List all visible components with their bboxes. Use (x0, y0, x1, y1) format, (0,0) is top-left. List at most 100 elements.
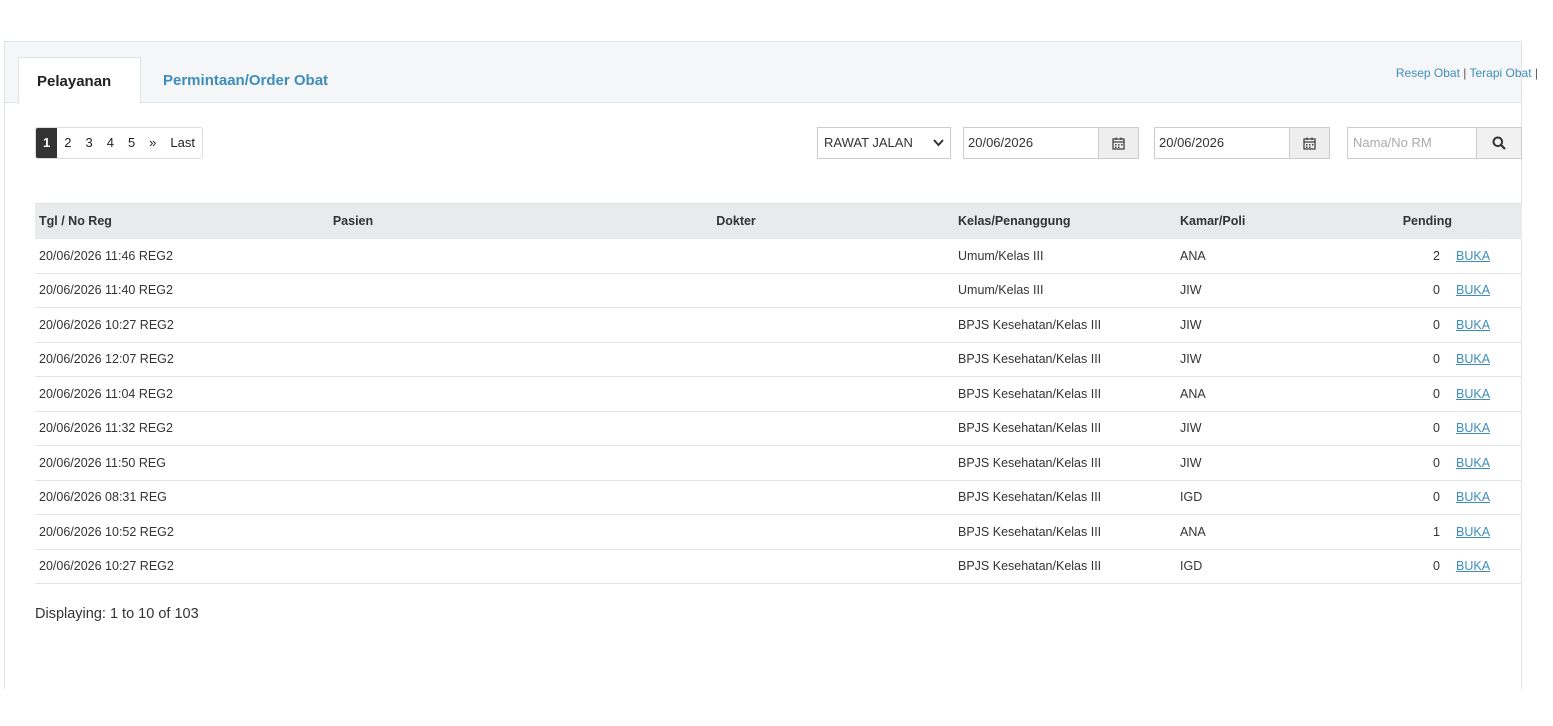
buka-link[interactable]: BUKA (1456, 525, 1490, 539)
link-separator: | (1531, 66, 1538, 80)
row-dokter (518, 238, 954, 274)
row-kamar-poli: JIW (1176, 273, 1328, 308)
row-dokter (518, 307, 954, 343)
page-next[interactable]: » (142, 128, 164, 158)
table-row: 20/06/2026 10:52 REG2 BPJS Kesehatan/Kela… (35, 514, 1522, 550)
buka-link[interactable]: BUKA (1456, 318, 1490, 332)
row-kamar-poli: IGD (1176, 480, 1328, 515)
row-pasien (188, 307, 518, 343)
buka-link[interactable]: BUKA (1456, 352, 1490, 366)
row-action: BUKA (1452, 307, 1522, 343)
row-pasien (188, 549, 518, 584)
row-kelas-penanggung: BPJS Kesehatan/Kelas III (954, 411, 1176, 446)
row-kamar-poli: IGD (1176, 549, 1328, 584)
row-pasien (188, 445, 518, 481)
search-field[interactable]: Nama/No RM (1347, 127, 1522, 159)
row-pending: 0 (1328, 273, 1452, 308)
row-tgl-no-reg: 20/06/2026 10:27 REG2 (35, 307, 188, 343)
row-kamar-poli: JIW (1176, 445, 1328, 481)
table-row: 20/06/2026 10:27 REG2 BPJS Kesehatan/Kela… (35, 307, 1522, 343)
row-pending: 2 (1328, 238, 1452, 274)
row-action: BUKA (1452, 480, 1522, 515)
pagination: 1 2 3 4 5 » Last (35, 127, 203, 159)
table-row: 20/06/2026 11:04 REG2 BPJS Kesehatan/Kela… (35, 376, 1522, 412)
row-dokter (518, 411, 954, 446)
row-pasien (188, 411, 518, 446)
row-pasien (188, 342, 518, 377)
table-row: 20/06/2026 11:46 REG2 Umum/Kelas III ANA 2 B… (35, 238, 1522, 274)
row-action: BUKA (1452, 238, 1522, 274)
row-kelas-penanggung: BPJS Kesehatan/Kelas III (954, 480, 1176, 515)
row-kelas-penanggung: BPJS Kesehatan/Kelas III (954, 445, 1176, 481)
page-1[interactable]: 1 (36, 128, 58, 158)
date-to-value: 20/06/2026 (1159, 135, 1225, 150)
col-pending: Pending (1328, 203, 1452, 239)
tab-permintaan-order-obat[interactable]: Permintaan/Order Obat (145, 57, 346, 104)
row-pasien (188, 238, 518, 274)
page-last[interactable]: Last (163, 128, 202, 158)
pelayanan-table: Tgl / No Reg Pasien Dokter Kelas/Penangg… (35, 203, 1522, 584)
tab-pelayanan[interactable]: Pelayanan (18, 57, 141, 104)
row-kamar-poli: ANA (1176, 238, 1328, 274)
table-row: 20/06/2026 11:32 REG2 BPJS Kesehatan/Kela… (35, 411, 1522, 446)
buka-link[interactable]: BUKA (1456, 559, 1490, 573)
row-pending: 1 (1328, 514, 1452, 550)
row-tgl-no-reg: 20/06/2026 10:52 REG2 (35, 514, 188, 550)
row-pasien (188, 273, 518, 308)
page-2[interactable]: 2 (57, 128, 79, 158)
row-pending: 0 (1328, 411, 1452, 446)
row-pending: 0 (1328, 307, 1452, 343)
buka-link[interactable]: BUKA (1456, 249, 1490, 263)
page-3[interactable]: 3 (78, 128, 100, 158)
displaying-summary: Displaying: 1 to 10 of 103 (35, 606, 199, 622)
row-dokter (518, 445, 954, 481)
main-panel: Pelayanan Permintaan/Order Obat Resep Ob… (4, 41, 1538, 689)
row-tgl-no-reg: 20/06/2026 11:50 REG (35, 445, 188, 481)
page-4[interactable]: 4 (99, 128, 121, 158)
row-action: BUKA (1452, 342, 1522, 377)
table-row: 20/06/2026 11:50 REG BPJS Kesehatan/Kelas… (35, 445, 1522, 481)
calendar-icon[interactable] (1098, 128, 1138, 158)
buka-link[interactable]: BUKA (1456, 456, 1490, 470)
row-kelas-penanggung: BPJS Kesehatan/Kelas III (954, 342, 1176, 377)
row-pending: 0 (1328, 549, 1452, 584)
chevron-down-icon (933, 128, 944, 169)
calendar-icon[interactable] (1289, 128, 1329, 158)
buka-link[interactable]: BUKA (1456, 283, 1490, 297)
row-tgl-no-reg: 20/06/2026 10:27 REG2 (35, 549, 188, 584)
search-icon[interactable] (1476, 128, 1521, 158)
row-dokter (518, 376, 954, 412)
jenis-layanan-select[interactable]: RAWAT JALAN (817, 127, 951, 159)
resep-obat-link[interactable]: Resep Obat (1396, 66, 1460, 80)
search-input[interactable]: Nama/No RM (1353, 128, 1432, 158)
col-pasien: Pasien (188, 203, 518, 239)
row-dokter (518, 273, 954, 308)
buka-link[interactable]: BUKA (1456, 421, 1490, 435)
row-kamar-poli: ANA (1176, 376, 1328, 412)
row-dokter (518, 342, 954, 377)
date-from-field[interactable]: 20/06/2026 (963, 127, 1139, 159)
buka-link[interactable]: BUKA (1456, 387, 1490, 401)
row-pasien (188, 376, 518, 412)
row-kelas-penanggung: BPJS Kesehatan/Kelas III (954, 376, 1176, 412)
terapi-obat-link[interactable]: Terapi Obat (1470, 66, 1532, 80)
page-5[interactable]: 5 (120, 128, 143, 158)
date-from-value: 20/06/2026 (968, 135, 1034, 150)
row-pending: 0 (1328, 376, 1452, 412)
row-pasien (188, 480, 518, 515)
table-header: Tgl / No Reg Pasien Dokter Kelas/Penangg… (35, 203, 1522, 239)
row-action: BUKA (1452, 549, 1522, 584)
row-kelas-penanggung: BPJS Kesehatan/Kelas III (954, 549, 1176, 584)
buka-link[interactable]: BUKA (1456, 490, 1490, 504)
table-row: 20/06/2026 08:31 REG BPJS Kesehatan/Kelas… (35, 480, 1522, 515)
link-separator: | (1459, 66, 1470, 80)
col-dokter: Dokter (518, 203, 954, 239)
panel-header: Pelayanan Permintaan/Order Obat Resep Ob… (5, 42, 1538, 104)
col-kamar-poli: Kamar/Poli (1176, 203, 1328, 239)
row-kelas-penanggung: Umum/Kelas III (954, 273, 1176, 308)
row-kamar-poli: JIW (1176, 307, 1328, 343)
jenis-layanan-value: RAWAT JALAN (824, 135, 913, 150)
row-action: BUKA (1452, 273, 1522, 308)
date-to-field[interactable]: 20/06/2026 (1154, 127, 1330, 159)
row-tgl-no-reg: 20/06/2026 11:40 REG2 (35, 273, 188, 308)
